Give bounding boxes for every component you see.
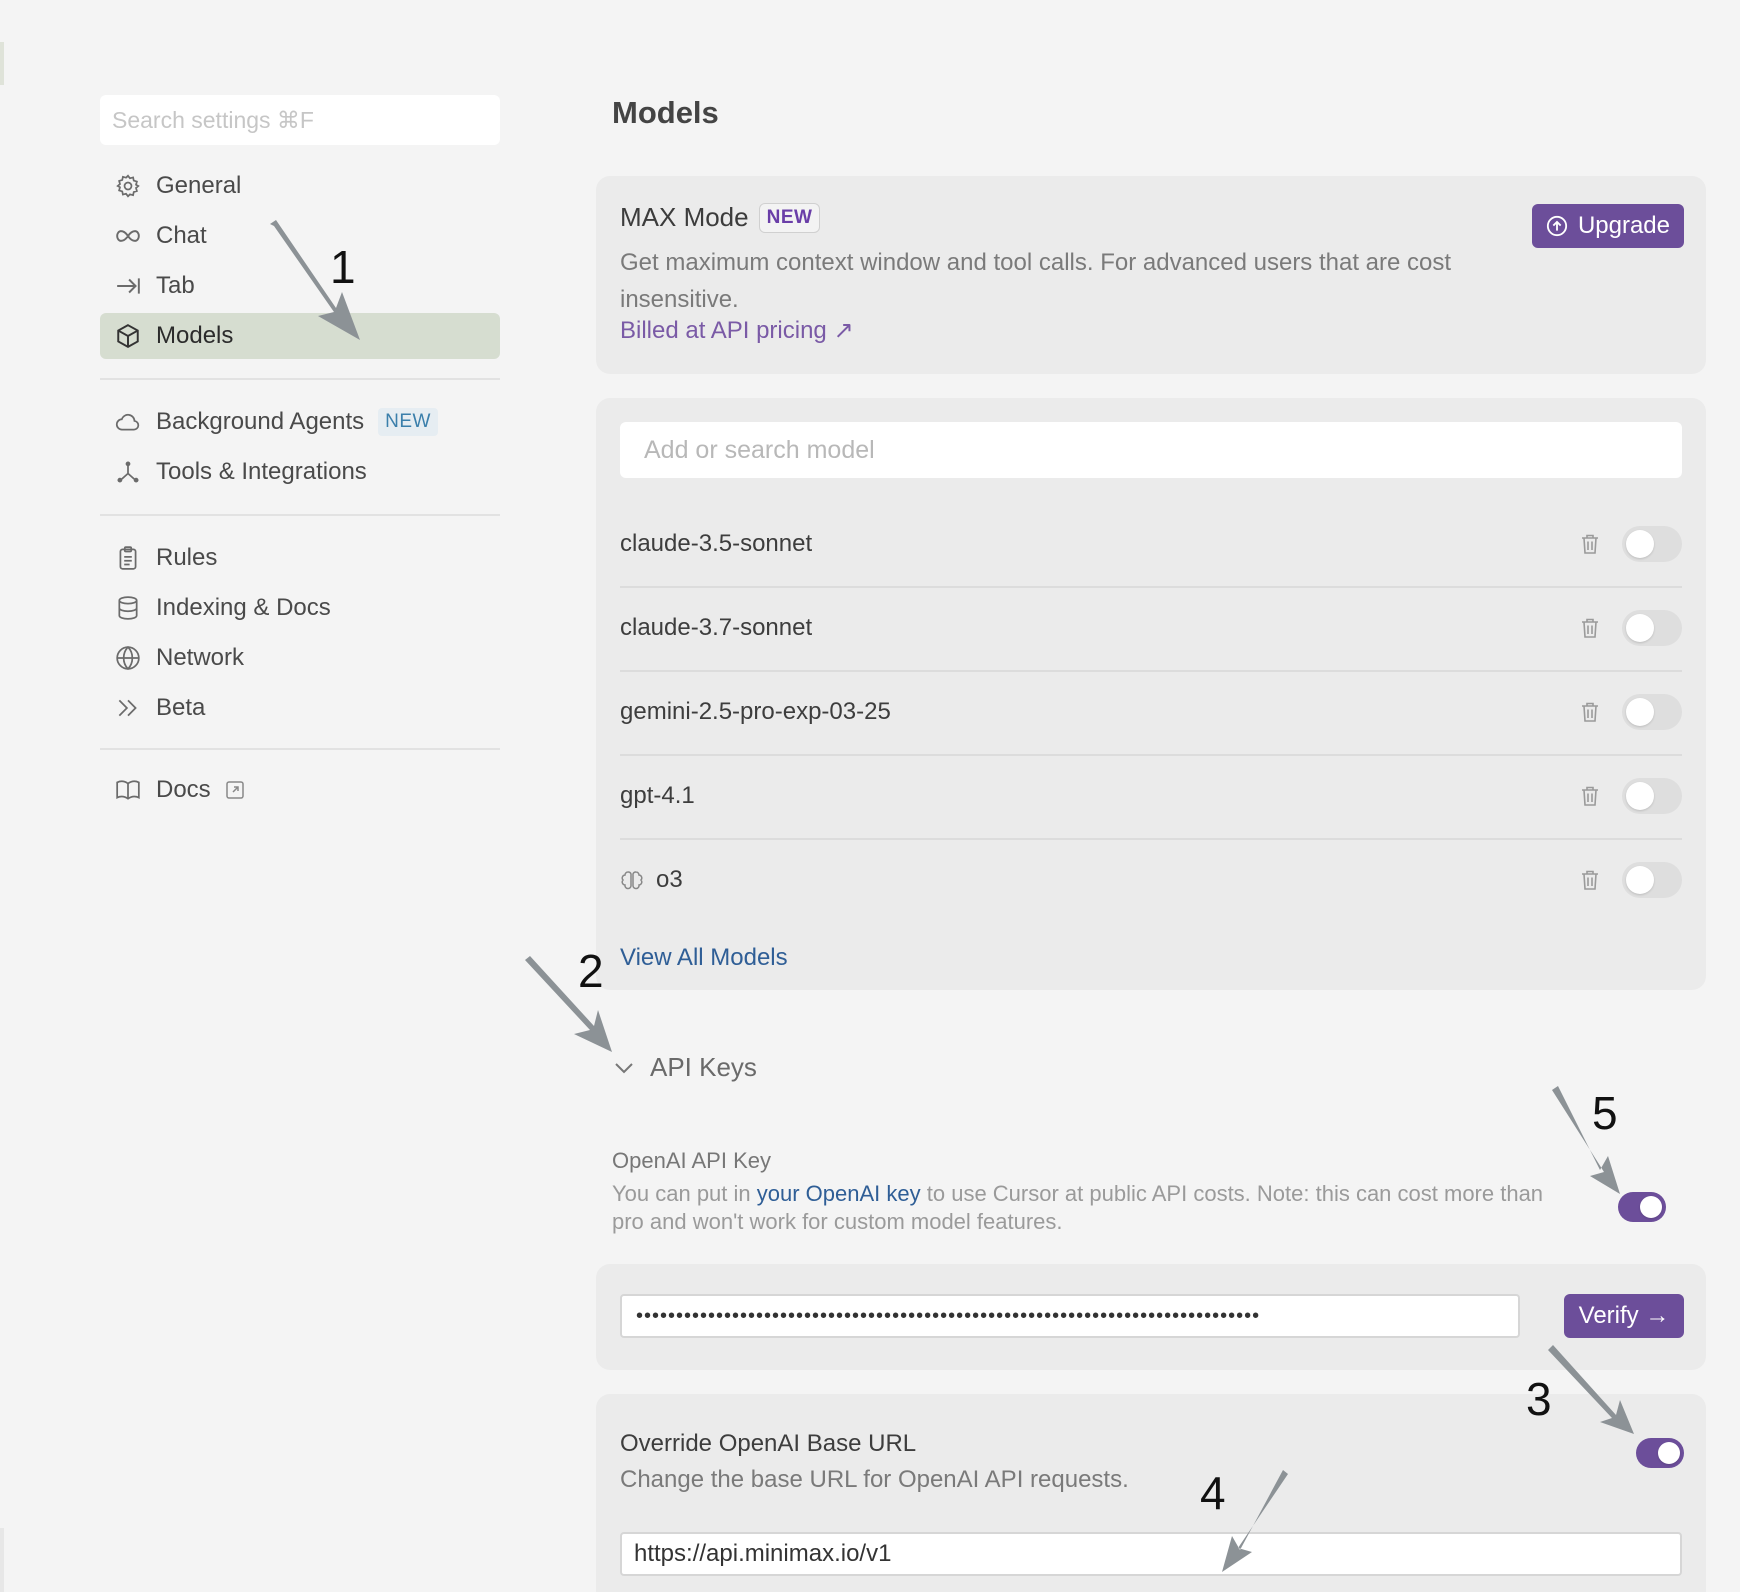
upgrade-button[interactable]: Upgrade <box>1531 204 1684 248</box>
max-mode-description: Get maximum context window and tool call… <box>620 249 1452 313</box>
model-row: claude-3.5-sonnet <box>620 502 1682 588</box>
override-base-url-title: Override OpenAI Base URL <box>620 1430 917 1457</box>
sidebar-item-tab[interactable]: Tab <box>100 263 500 309</box>
model-toggle[interactable] <box>1622 610 1682 646</box>
annotation-label-2: 2 <box>578 945 604 997</box>
nodes-icon <box>114 458 142 486</box>
external-link-icon <box>225 780 245 800</box>
sidebar-item-network[interactable]: Network <box>100 635 500 681</box>
model-toggle[interactable] <box>1622 694 1682 730</box>
new-badge: NEW <box>758 202 821 233</box>
page-title: Models <box>612 95 719 130</box>
model-search-input[interactable]: Add or search model <box>620 422 1682 478</box>
window-edge <box>0 42 4 85</box>
model-name: o3 <box>656 866 683 893</box>
sidebar-item-label: Network <box>156 644 245 671</box>
annotation-label-3: 3 <box>1526 1373 1552 1425</box>
trash-icon[interactable] <box>1580 869 1600 891</box>
sidebar-item-label: Models <box>156 322 234 349</box>
sidebar-divider <box>100 514 500 516</box>
sidebar-item-rules[interactable]: Rules <box>100 535 500 581</box>
database-icon <box>114 594 142 622</box>
openai-desc-pre: You can put in <box>612 1181 757 1206</box>
sidebar-item-tools-integrations[interactable]: Tools & Integrations <box>100 449 500 495</box>
sidebar-item-general[interactable]: General <box>100 163 500 209</box>
sidebar-item-label: Indexing & Docs <box>156 594 331 621</box>
sidebar-divider <box>100 748 500 750</box>
trash-icon[interactable] <box>1580 785 1600 807</box>
globe-icon <box>114 644 142 672</box>
verify-button[interactable]: Verify → <box>1564 1294 1684 1338</box>
chevron-down-icon <box>615 1062 633 1073</box>
override-base-url-description: Change the base URL for OpenAI API reque… <box>620 1466 1129 1493</box>
openai-key-input[interactable]: ••••••••••••••••••••••••••••••••••••••••… <box>620 1294 1520 1338</box>
sidebar-item-label: Chat <box>156 222 207 249</box>
view-all-models-link[interactable]: View All Models <box>620 944 788 972</box>
model-row: gemini-2.5-pro-exp-03-25 <box>620 670 1682 756</box>
model-row: gpt-4.1 <box>620 754 1682 840</box>
models-card: Add or search model claude-3.5-sonnet cl… <box>596 398 1706 990</box>
annotation-label-1: 1 <box>330 241 356 293</box>
model-toggle[interactable] <box>1622 778 1682 814</box>
gear-icon <box>114 172 142 200</box>
max-mode-card: MAX Mode NEW Get maximum context window … <box>596 176 1706 374</box>
model-name: gpt-4.1 <box>620 782 695 809</box>
openai-key-description: You can put in your OpenAI key to use Cu… <box>612 1180 1572 1236</box>
override-base-url-toggle[interactable] <box>1636 1438 1684 1468</box>
billed-api-pricing-link[interactable]: Billed at API pricing ↗ <box>620 316 854 345</box>
new-badge: NEW <box>378 408 438 436</box>
sidebar-item-indexing-docs[interactable]: Indexing & Docs <box>100 585 500 631</box>
sidebar-item-models[interactable]: Models <box>100 313 500 359</box>
model-row: claude-3.7-sonnet <box>620 586 1682 672</box>
model-name: claude-3.7-sonnet <box>620 614 813 641</box>
cube-icon <box>114 322 142 350</box>
arrow-up-circle-icon <box>1546 215 1568 237</box>
trash-icon[interactable] <box>1580 533 1600 555</box>
cloud-icon <box>114 408 142 436</box>
max-mode-title-row: MAX Mode NEW <box>620 202 821 233</box>
sidebar-item-label: Tools & Integrations <box>156 458 367 485</box>
search-settings-input[interactable]: Search settings ⌘F <box>100 95 500 145</box>
max-mode-title: MAX Mode <box>620 202 749 232</box>
double-chevron-icon <box>114 694 142 722</box>
openai-key-toggle[interactable] <box>1618 1192 1666 1222</box>
window-edge-bottom <box>0 1528 4 1592</box>
sidebar-item-label: General <box>156 172 242 199</box>
openai-key-title: OpenAI API Key <box>612 1148 771 1173</box>
sidebar-divider <box>100 378 500 380</box>
arrow-right-bar-icon <box>114 272 142 300</box>
annotation-label-4: 4 <box>1200 1467 1226 1519</box>
annotation-label-5: 5 <box>1592 1087 1618 1139</box>
sidebar-item-label: Background Agents <box>156 408 365 435</box>
sidebar-item-label: Docs <box>156 776 211 803</box>
api-key-card: ••••••••••••••••••••••••••••••••••••••••… <box>596 1264 1706 1370</box>
trash-icon[interactable] <box>1580 701 1600 723</box>
sidebar-item-docs[interactable]: Docs <box>100 767 500 813</box>
model-toggle[interactable] <box>1622 526 1682 562</box>
book-icon <box>114 776 142 804</box>
api-keys-header: API Keys <box>650 1052 757 1082</box>
sidebar-item-label: Beta <box>156 694 206 721</box>
model-name: gemini-2.5-pro-exp-03-25 <box>620 698 891 725</box>
sidebar-item-label: Rules <box>156 544 218 571</box>
clipboard-icon <box>114 544 142 572</box>
openai-key-link[interactable]: your OpenAI key <box>757 1181 921 1206</box>
model-toggle[interactable] <box>1622 862 1682 898</box>
model-name: claude-3.5-sonnet <box>620 530 813 557</box>
base-url-input[interactable]: https://api.minimax.io/v1 <box>620 1532 1682 1576</box>
brain-icon <box>621 871 643 890</box>
upgrade-label: Upgrade <box>1577 212 1670 239</box>
api-keys-section-toggle[interactable]: API Keys <box>612 1052 757 1083</box>
trash-icon[interactable] <box>1580 617 1600 639</box>
sidebar-item-label: Tab <box>156 272 195 299</box>
sidebar-item-background-agents[interactable]: Background Agents NEW <box>100 399 500 445</box>
infinity-icon <box>114 222 142 250</box>
sidebar-item-beta[interactable]: Beta <box>100 685 500 731</box>
model-row: o3 <box>620 838 1682 922</box>
sidebar-item-chat[interactable]: Chat <box>100 213 500 259</box>
